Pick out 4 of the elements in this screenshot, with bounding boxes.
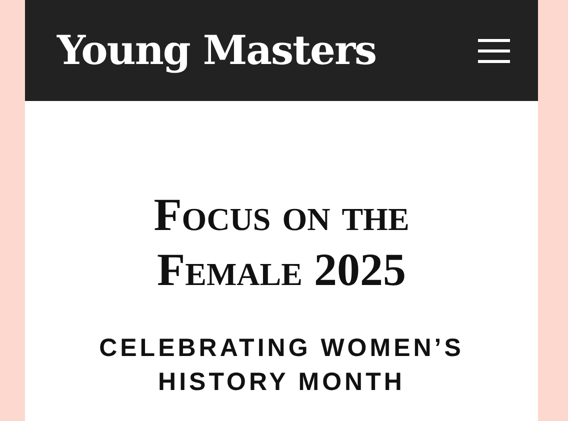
- page-title: Focus on the Female 2025: [152, 188, 410, 297]
- site-logo[interactable]: Young Masters: [57, 27, 376, 74]
- page-subtitle: CELEBRATING WOMEN’S HISTORY MONTH: [98, 333, 465, 398]
- menu-icon[interactable]: [478, 38, 510, 62]
